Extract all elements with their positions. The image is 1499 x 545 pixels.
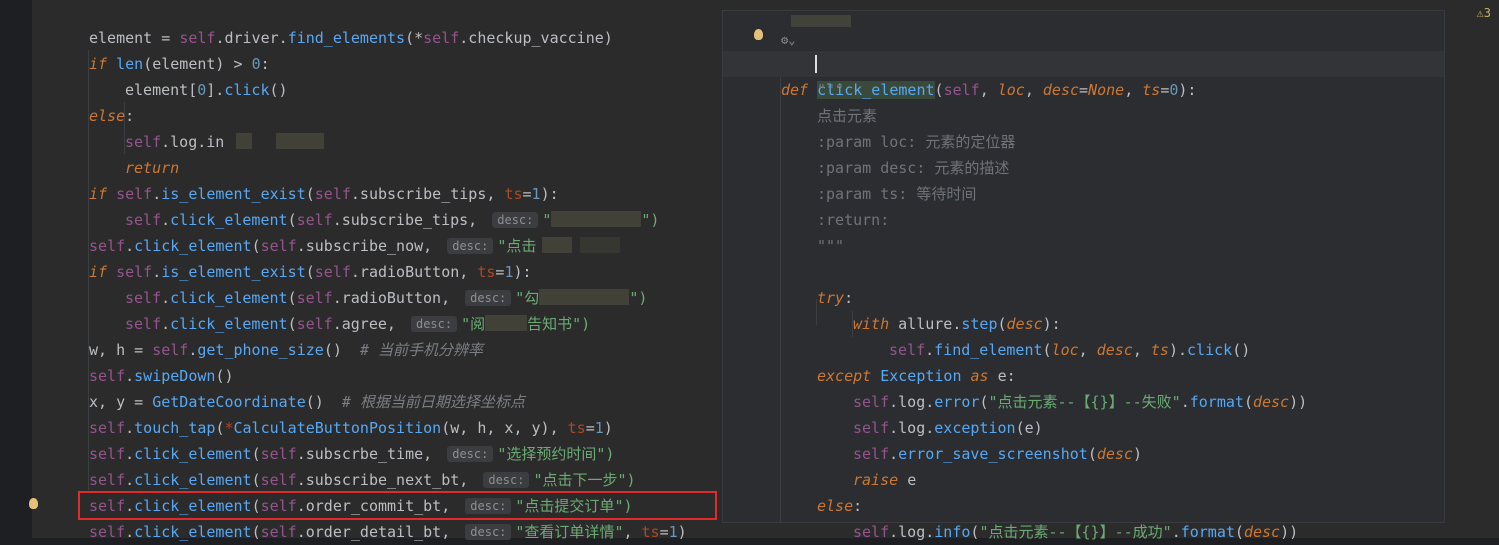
- popup-docstring-open: """: [817, 81, 845, 99]
- code-line-19: self.click_element(self.order_commit_bt,…: [89, 497, 633, 515]
- popup-line-raise: raise e: [853, 471, 917, 489]
- popup-line-except: except Exception as e:: [817, 367, 1016, 385]
- popup-line-else: else:: [817, 497, 863, 515]
- code-line-15: x, y = GetDateCoordinate() # 根据当前日期选择坐标点: [89, 393, 525, 411]
- redacted-text: [791, 15, 851, 27]
- code-line-17: self.click_element(self.subscrbe_time, d…: [89, 445, 615, 463]
- code-line-6: return: [125, 159, 180, 177]
- popup-line-with: with allure.step(desc):: [853, 315, 1061, 333]
- code-line-2: if len(element) > 0:: [89, 55, 270, 73]
- code-line-7: if self.is_element_exist(self.subscribe_…: [89, 185, 559, 203]
- lightbulb-icon[interactable]: [754, 29, 763, 40]
- code-line-18: self.click_element(self.subscribe_next_b…: [89, 471, 636, 489]
- code-line-10: if self.is_element_exist(self.radioButto…: [89, 263, 532, 281]
- code-line-4: else:: [89, 107, 135, 125]
- redacted-text: [580, 237, 621, 253]
- popup-docstring-line: :param loc: 元素的定位器: [817, 133, 1016, 151]
- redacted-text: [542, 237, 573, 253]
- popup-line-def: def click_element(self, loc, desc=None, …: [781, 81, 1197, 99]
- popup-docstring-line: :param ts: 等待时间: [817, 185, 977, 203]
- code-line-13: w, h = self.get_phone_size() # 当前手机分辨率: [89, 341, 483, 359]
- code-line-12: self.click_element(self.agree, desc: "阅 告知…: [125, 315, 591, 333]
- code-line-9: self.click_element(self.subscribe_now, d…: [89, 207, 621, 255]
- code-line-16: self.touch_tap(*CalculateButtonPosition(…: [89, 419, 613, 437]
- popup-line-info: self.log.info("点击元素--【{}】--成功".format(de…: [853, 523, 1299, 541]
- highlight-annotation-box: [78, 491, 717, 520]
- redacted-text: [276, 133, 325, 149]
- popup-docstring-line: 点击元素: [817, 107, 878, 125]
- popup-docstring-line: :param desc: 元素的描述: [817, 159, 1010, 177]
- inspection-status[interactable]: ⚠3: [1477, 6, 1491, 20]
- popup-line-exception: self.log.exception(e): [853, 419, 1043, 437]
- lightbulb-icon[interactable]: [29, 498, 38, 509]
- editor-gutter: [0, 0, 32, 538]
- warning-triangle-icon: ⚠: [1476, 6, 1484, 20]
- popup-line-try: try:: [817, 289, 854, 307]
- code-line-1: element = self.driver.find_elements(*sel…: [89, 29, 613, 47]
- redacted-text: [485, 315, 528, 331]
- popup-docstring-line: :return:: [817, 211, 890, 229]
- redacted-text: [236, 133, 253, 149]
- code-line-5: self.log.in: [125, 103, 325, 151]
- popup-line-error: self.log.error("点击元素--【{}】--失败".format(d…: [853, 393, 1308, 411]
- popup-actions-icon[interactable]: ⚙⌄: [781, 33, 795, 47]
- code-line-14: self.swipeDown(): [89, 367, 234, 385]
- popup-docstring-close: """: [817, 237, 845, 255]
- code-line-8: self.click_element(self.subscribe_tips, …: [125, 211, 660, 229]
- code-line-11: self.click_element(self.radioButton, des…: [125, 289, 648, 307]
- popup-line-find: self.find_element(loc, desc, ts).click(): [889, 341, 1251, 359]
- code-line-3: element[0].click(): [125, 81, 288, 99]
- indent-guide: [780, 77, 781, 523]
- popup-line-screenshot: self.error_save_screenshot(desc): [853, 445, 1142, 463]
